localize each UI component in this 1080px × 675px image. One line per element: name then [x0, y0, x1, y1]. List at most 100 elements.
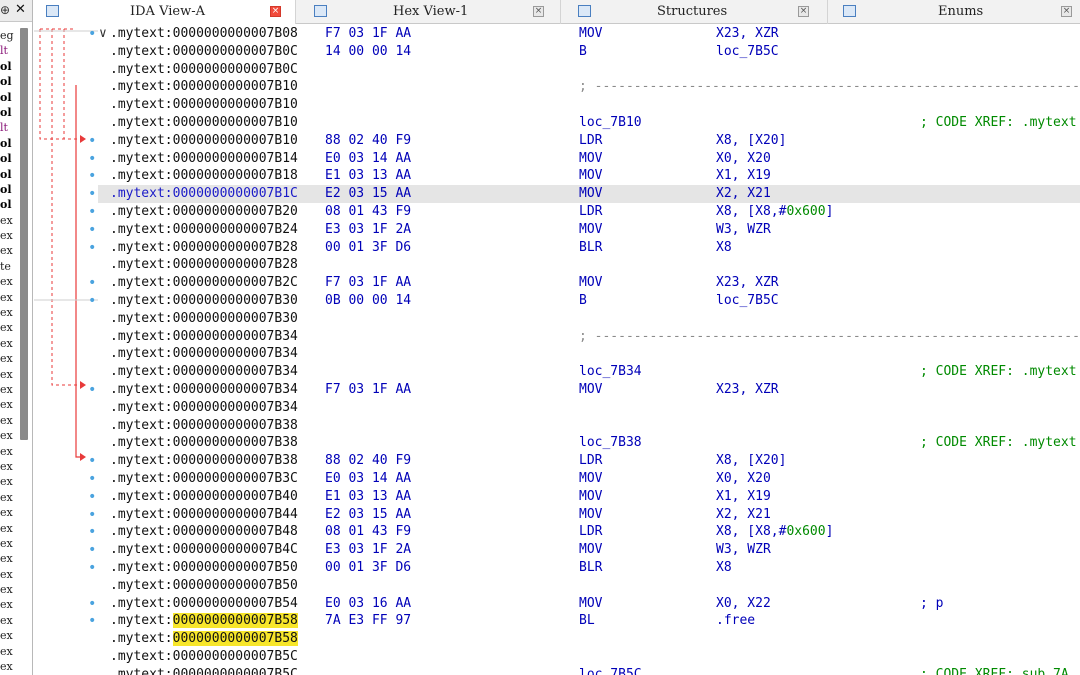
function-list-item[interactable]: ex — [0, 413, 20, 428]
address-cell[interactable]: .mytext:0000000000007B30 — [110, 292, 298, 310]
disasm-line[interactable]: • .mytext:0000000000007B28 00 01 3F D6 BLR X… — [88, 239, 1080, 257]
function-list-item[interactable]: lt — [0, 120, 20, 135]
function-list-item[interactable]: ex — [0, 659, 20, 674]
tab-hex-view-1[interactable]: Hex View-1 × — [296, 0, 561, 24]
function-list-item[interactable]: ex — [0, 351, 20, 366]
function-list-item[interactable]: ex — [0, 290, 20, 305]
function-list-item[interactable]: lt — [0, 43, 20, 58]
function-list-item[interactable]: ex — [0, 474, 20, 489]
address-cell[interactable]: .mytext:0000000000007B5C — [110, 666, 298, 675]
disasm-line[interactable]: • .mytext:0000000000007B4C E3 03 1F 2A MOV W… — [88, 541, 1080, 559]
function-list-item[interactable]: ex — [0, 444, 20, 459]
pin-icon[interactable]: ⊕ — [0, 3, 10, 17]
operands[interactable]: X8, [X20] — [716, 452, 786, 470]
disasm-line[interactable]: • .mytext:0000000000007B1C E2 03 15 AA MOV X… — [88, 185, 1080, 203]
operands[interactable]: X1, X19 — [716, 488, 771, 506]
function-list-item[interactable]: ex — [0, 521, 20, 536]
function-list-item[interactable]: eg — [0, 28, 20, 43]
function-list-item[interactable]: ex — [0, 397, 20, 412]
function-list-item[interactable]: ex — [0, 551, 20, 566]
address-cell[interactable]: .mytext:0000000000007B40 — [110, 488, 298, 506]
function-list-item[interactable]: ex — [0, 243, 20, 258]
function-list-item[interactable]: ex — [0, 536, 20, 551]
address-cell[interactable]: .mytext:0000000000007B34 — [110, 381, 298, 399]
tab-enums[interactable]: Enums × — [828, 0, 1080, 24]
disasm-line[interactable]: .mytext:0000000000007B10 — [98, 96, 1080, 114]
function-list-item[interactable]: ol — [0, 151, 20, 166]
close-tab-icon[interactable]: × — [270, 6, 281, 17]
function-list-item[interactable]: ex — [0, 582, 20, 597]
function-list-item[interactable]: ex — [0, 213, 20, 228]
disasm-line[interactable]: • .mytext:0000000000007B54 E0 03 16 AA MOV X… — [88, 595, 1080, 613]
address-cell[interactable]: .mytext:0000000000007B20 — [110, 203, 298, 221]
close-pane-icon[interactable]: ✕ — [15, 2, 26, 17]
collapse-chevron-icon[interactable]: ∨ — [99, 25, 107, 43]
disasm-line[interactable]: .mytext:0000000000007B58 — [98, 630, 1080, 648]
address-cell[interactable]: .mytext:0000000000007B24 — [110, 221, 298, 239]
disasm-line[interactable]: .mytext:0000000000007B10 loc_7B10 ; CODE X… — [98, 114, 1080, 132]
address-cell[interactable]: .mytext:0000000000007B0C — [110, 61, 298, 79]
function-list-item[interactable]: ex — [0, 505, 20, 520]
address-cell[interactable]: .mytext:0000000000007B34 — [110, 399, 298, 417]
operands[interactable]: X0, X22 — [716, 595, 771, 613]
function-list-item[interactable]: te — [0, 259, 20, 274]
close-tab-icon[interactable]: × — [798, 6, 809, 17]
function-list-item[interactable]: ex — [0, 228, 20, 243]
address-cell[interactable]: .mytext:0000000000007B18 — [110, 167, 298, 185]
disasm-line[interactable]: • .mytext:0000000000007B48 08 01 43 F9 LDR X… — [88, 523, 1080, 541]
disasm-line[interactable]: .mytext:0000000000007B38 — [98, 417, 1080, 435]
disasm-line[interactable]: • .mytext:0000000000007B38 88 02 40 F9 LDR X… — [88, 452, 1080, 470]
address-cell[interactable]: .mytext:0000000000007B10 — [110, 78, 298, 96]
disasm-line[interactable]: • .mytext:0000000000007B10 88 02 40 F9 LDR X… — [88, 132, 1080, 150]
address-cell[interactable]: .mytext:0000000000007B58 — [110, 612, 298, 630]
operands[interactable]: X8 — [716, 239, 732, 257]
operands[interactable]: loc_7B5C — [716, 292, 779, 310]
disasm-line[interactable]: .mytext:0000000000007B0C 14 00 00 14 Bloc_… — [98, 43, 1080, 61]
disasm-line[interactable]: • .mytext:0000000000007B3C E0 03 14 AA MOV X… — [88, 470, 1080, 488]
disasm-line[interactable]: .mytext:0000000000007B34 loc_7B34 ; CODE X… — [98, 363, 1080, 381]
function-list-item[interactable]: ex — [0, 613, 20, 628]
function-list-item[interactable]: ex — [0, 305, 20, 320]
function-list-item[interactable]: ol — [0, 167, 20, 182]
function-list-item[interactable]: ol — [0, 197, 20, 212]
disasm-line[interactable]: • .mytext:0000000000007B20 08 01 43 F9 LDR X… — [88, 203, 1080, 221]
function-list-item[interactable]: ex — [0, 274, 20, 289]
disasm-line[interactable]: • .mytext:0000000000007B58 7A E3 FF 97 BL .f… — [88, 612, 1080, 630]
disasm-line[interactable]: .mytext:0000000000007B5C loc_7B5C ; CODE X… — [98, 666, 1080, 675]
operands[interactable]: X8 — [716, 559, 732, 577]
address-cell[interactable]: .mytext:0000000000007B50 — [110, 559, 298, 577]
address-cell[interactable]: .mytext:0000000000007B14 — [110, 150, 298, 168]
operands[interactable]: X23, XZR — [716, 25, 779, 43]
operands[interactable]: X0, X20 — [716, 150, 771, 168]
address-cell[interactable]: .mytext:0000000000007B38 — [110, 434, 298, 452]
close-tab-icon[interactable]: × — [533, 6, 544, 17]
disasm-line[interactable]: • ∨ .mytext:0000000000007B08 F7 03 1F AA MOV… — [88, 25, 1080, 43]
disasm-line[interactable]: .mytext:0000000000007B34 ; --------------… — [98, 328, 1080, 346]
address-cell[interactable]: .mytext:0000000000007B10 — [110, 132, 298, 150]
tab-structures[interactable]: Structures × — [561, 0, 828, 24]
address-cell[interactable]: .mytext:0000000000007B1C — [110, 185, 298, 203]
function-list-item[interactable]: ex — [0, 320, 20, 335]
operands[interactable]: X2, X21 — [716, 506, 771, 524]
disasm-line[interactable]: • .mytext:0000000000007B34 F7 03 1F AA MOV X… — [88, 381, 1080, 399]
operands[interactable]: X8, [X8,#0x600] — [716, 523, 833, 541]
disasm-line[interactable]: .mytext:0000000000007B0C — [98, 61, 1080, 79]
function-list-item[interactable]: ex — [0, 567, 20, 582]
function-list-item[interactable]: ol — [0, 136, 20, 151]
function-list-item[interactable]: ex — [0, 597, 20, 612]
function-list-item[interactable]: ex — [0, 644, 20, 659]
address-cell[interactable]: .mytext:0000000000007B48 — [110, 523, 298, 541]
address-cell[interactable]: .mytext:0000000000007B08 — [110, 25, 298, 43]
disasm-line[interactable]: • .mytext:0000000000007B18 E1 03 13 AA MOV X… — [88, 167, 1080, 185]
address-cell[interactable]: .mytext:0000000000007B5C — [110, 648, 298, 666]
operands[interactable]: X2, X21 — [716, 185, 771, 203]
address-cell[interactable]: .mytext:0000000000007B4C — [110, 541, 298, 559]
operands[interactable]: X1, X19 — [716, 167, 771, 185]
address-cell[interactable]: .mytext:0000000000007B50 — [110, 577, 298, 595]
address-cell[interactable]: .mytext:0000000000007B28 — [110, 239, 298, 257]
disasm-line[interactable]: • .mytext:0000000000007B24 E3 03 1F 2A MOV W… — [88, 221, 1080, 239]
disasm-line[interactable]: .mytext:0000000000007B50 — [98, 577, 1080, 595]
address-cell[interactable]: .mytext:0000000000007B10 — [110, 96, 298, 114]
function-list-item[interactable]: ex — [0, 459, 20, 474]
function-list-item[interactable]: ex — [0, 367, 20, 382]
